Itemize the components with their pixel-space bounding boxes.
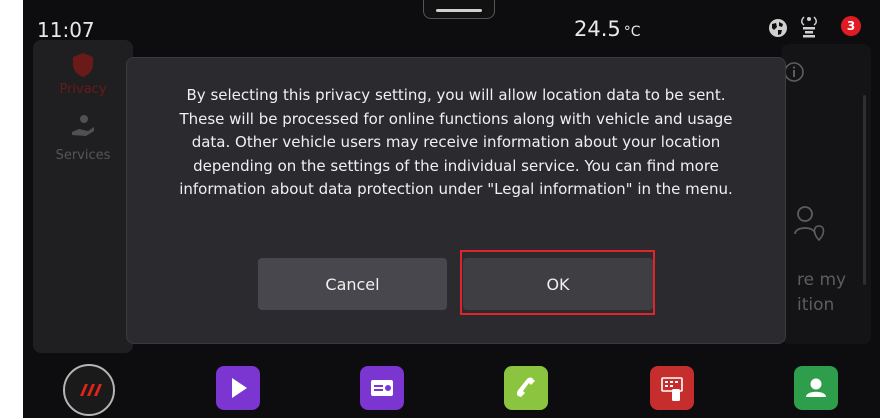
dialog-message: By selecting this privacy setting, you w… [179,86,733,198]
contacts-icon [806,378,826,397]
apps-button[interactable] [650,366,694,410]
contacts-button[interactable] [794,366,838,410]
background-scrollbar[interactable] [863,95,866,285]
outside-temperature: 24.5 °C [574,17,641,41]
app-dock [23,356,880,418]
hand-icon [72,115,94,136]
media-button[interactable] [216,366,260,410]
media-icon [232,378,247,398]
phone-icon [516,377,535,397]
globe-icon[interactable] [768,18,788,38]
notification-badge[interactable]: 3 [841,16,861,36]
background-text-line-1: re my [797,270,847,290]
drawer-handle-bar [436,9,482,12]
clock: 11:07 [37,18,95,42]
sidebar-item-services[interactable]: Services [43,148,123,163]
location-person-icon [794,206,825,242]
background-sidebar: Privacy Services [33,40,133,353]
temperature-value: 24.5 [574,17,621,41]
home-button[interactable] [63,364,115,416]
info-icon [784,62,804,82]
temperature-unit: °C [623,24,641,40]
drawer-handle[interactable] [423,0,495,19]
status-bar: 11:07 24.5 °C 3 [23,0,880,56]
ok-button-highlight [460,250,655,315]
background-content: re my ition [781,44,871,344]
privacy-dialog: By selecting this privacy setting, you w… [126,57,786,344]
home-icon [80,384,102,396]
antenna-icon[interactable] [800,15,818,39]
radio-icon [371,380,393,396]
phone-button[interactable] [504,366,548,410]
background-text-line-2: ition [797,295,835,315]
radio-button[interactable] [360,366,404,410]
apps-icon [661,377,683,401]
sidebar-item-privacy[interactable]: Privacy [43,82,123,97]
infotainment-screen: Privacy Services re my ition 11:07 24.5 °… [23,0,880,418]
cancel-button[interactable]: Cancel [258,258,447,310]
